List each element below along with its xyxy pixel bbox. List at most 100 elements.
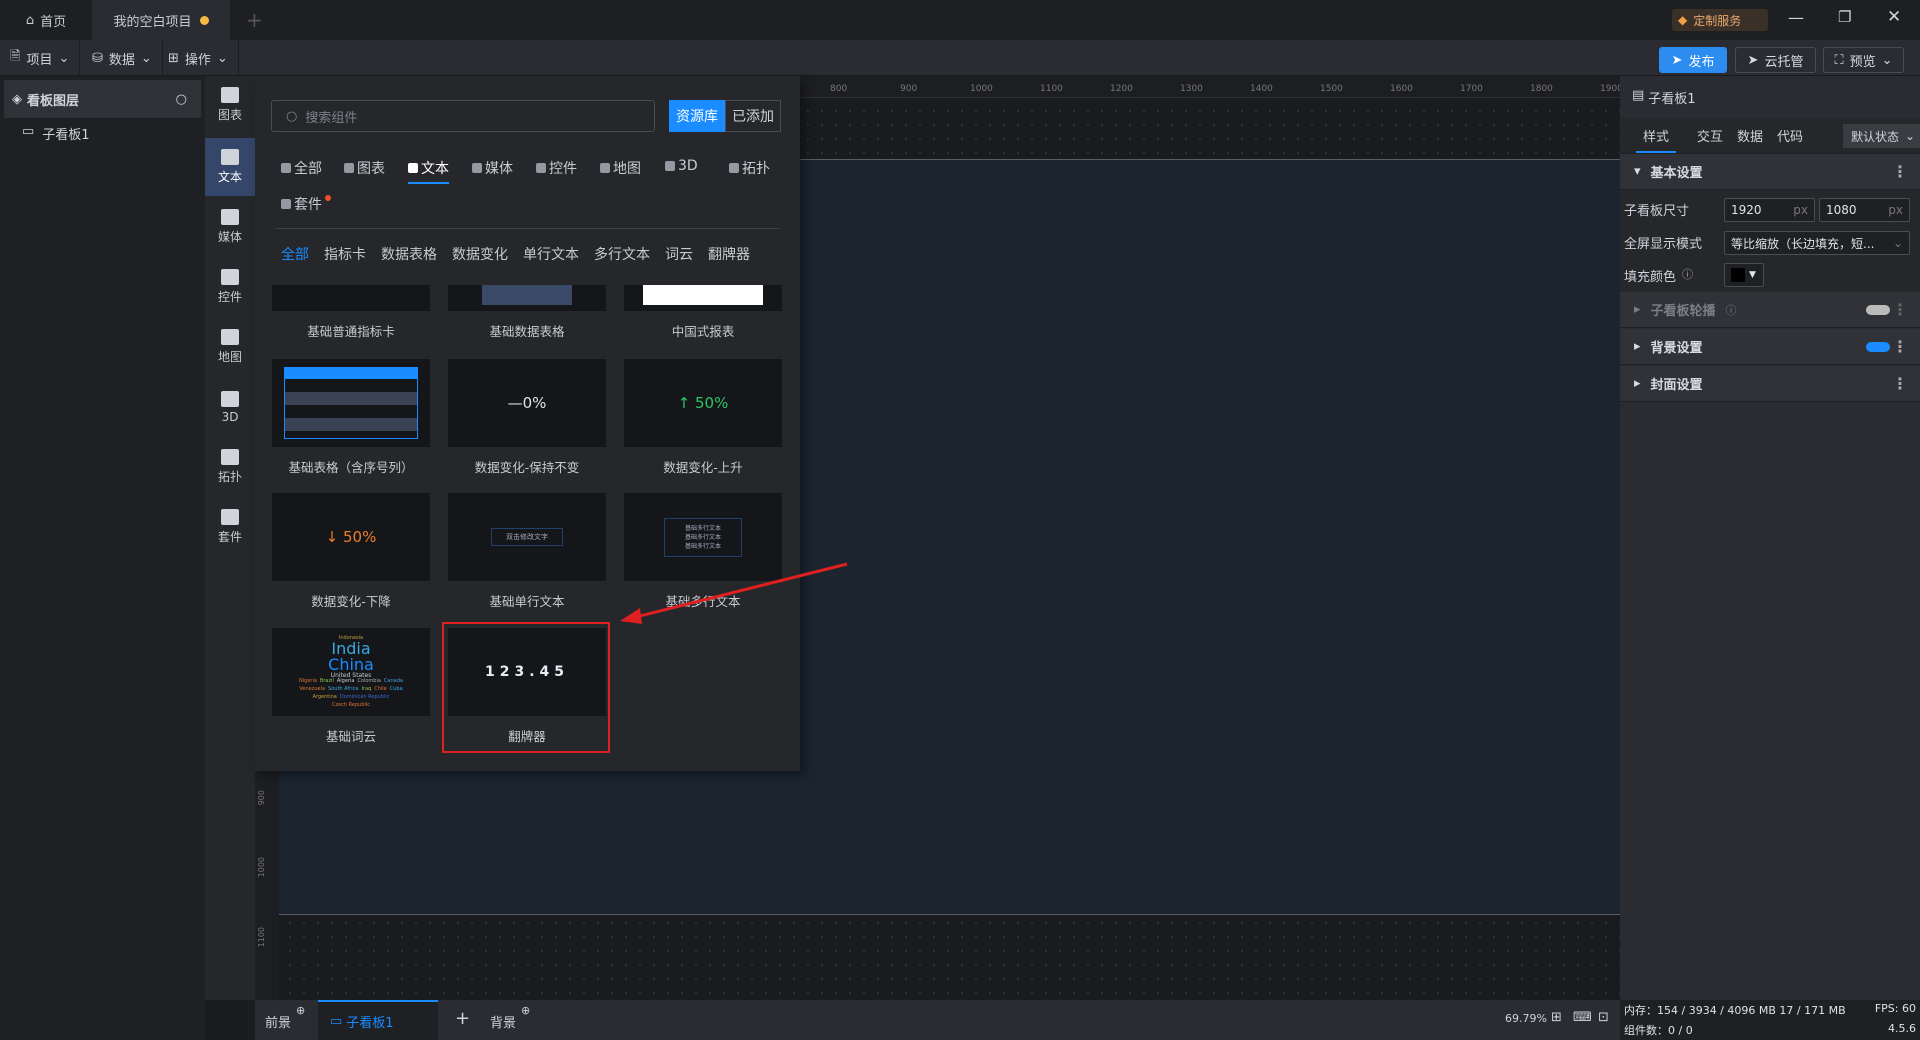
category-text[interactable]: 文本 <box>408 158 449 184</box>
card-change-down[interactable]: ↓ 50% <box>272 493 430 581</box>
iconbar-control[interactable]: 控件 <box>205 258 255 316</box>
more-icon[interactable]: ⋮ <box>1892 337 1908 356</box>
section-cover[interactable]: ▸ 封面设置 ⋮ <box>1620 366 1920 402</box>
carousel-toggle[interactable] <box>1866 304 1890 315</box>
restore-button[interactable]: ❐ <box>1838 8 1851 26</box>
publish-button[interactable]: ➤ 发布 <box>1659 47 1727 73</box>
iconbar-media[interactable]: 媒体 <box>205 198 255 256</box>
card-change-up[interactable]: ↑ 50% <box>624 359 782 447</box>
category-topology[interactable]: 拓扑 <box>729 158 770 178</box>
iconbar-chart[interactable]: 图表 <box>205 76 255 134</box>
cloud-word: Algeria <box>336 678 355 684</box>
iconbar-kit[interactable]: 套件 <box>205 498 255 556</box>
board-icon: ▭ <box>330 1013 343 1029</box>
tab-code[interactable]: 代码 <box>1777 126 1803 145</box>
custom-service-button[interactable]: ◆ 定制服务 <box>1672 9 1768 31</box>
keyboard-icon[interactable]: ⌨ <box>1573 1010 1592 1025</box>
card-single-text[interactable]: 双击修改文字 <box>448 493 606 581</box>
category-label: 媒体 <box>485 161 513 177</box>
ruler-tick-label: 1300 <box>1180 84 1203 94</box>
library-tab[interactable]: 资源库 <box>669 100 725 132</box>
iconbar-map[interactable]: 地图 <box>205 318 255 376</box>
width-input[interactable]: 1920 px <box>1724 198 1815 222</box>
category-chart[interactable]: 图表 <box>344 158 385 178</box>
minimize-button[interactable]: — <box>1788 8 1804 27</box>
card-label: 基础普通指标卡 <box>307 324 395 339</box>
menu-project[interactable]: 🗎 项目 ⌄ <box>0 40 81 76</box>
iconbar-topology[interactable]: 拓扑 <box>205 438 255 496</box>
fit-icon[interactable]: ⊞ <box>1551 1010 1562 1025</box>
search-icon[interactable]: ○ <box>176 92 187 107</box>
terminal-icon[interactable]: ⊡ <box>1598 1010 1609 1025</box>
iconbar-label: 控件 <box>217 290 242 304</box>
tab-board[interactable]: ▭ 子看板1 <box>318 1000 438 1040</box>
tab-foreground[interactable]: 前景 <box>265 1012 291 1031</box>
state-dropdown[interactable]: 默认状态 ⌄ <box>1843 124 1920 148</box>
category-media[interactable]: 媒体 <box>472 158 513 178</box>
category-control[interactable]: 控件 <box>536 158 577 178</box>
more-icon[interactable]: ⋮ <box>1892 300 1908 319</box>
subtab-table[interactable]: 数据表格 <box>381 244 437 264</box>
section-carousel[interactable]: ▸ 子看板轮播 ⓘ ⋮ <box>1620 292 1920 328</box>
database-icon: ⛁ <box>92 50 103 66</box>
fill-color-picker[interactable]: ▼ <box>1724 263 1764 287</box>
cloud-word: Chile <box>374 686 387 692</box>
card-table-index[interactable] <box>272 359 430 447</box>
card-wordcloud[interactable]: Indonesia India China United States Nige… <box>272 628 430 716</box>
fill-label: 填充颜色 <box>1624 270 1677 285</box>
layer-item[interactable]: ▭ 子看板1 <box>22 124 90 143</box>
more-icon[interactable]: ⋮ <box>1892 374 1908 393</box>
new-tab-button[interactable]: + <box>246 8 263 32</box>
card-basic-table[interactable] <box>448 285 606 311</box>
tab-label: 子看板1 <box>346 1015 394 1031</box>
help-icon[interactable]: ⓘ <box>1726 302 1737 318</box>
subtab-change[interactable]: 数据变化 <box>452 244 508 264</box>
added-tab[interactable]: 已添加 <box>725 100 781 132</box>
menu-operate[interactable]: ⊞ 操作 ⌄ <box>158 40 239 76</box>
subtab-all[interactable]: 全部 <box>281 244 309 264</box>
subtab-wordcloud[interactable]: 词云 <box>665 244 693 264</box>
category-all[interactable]: 全部 <box>281 158 322 178</box>
menu-data[interactable]: ⛁ 数据 ⌄ <box>82 40 163 76</box>
more-icon[interactable]: ⋮ <box>1892 162 1908 181</box>
subtab-flipper[interactable]: 翻牌器 <box>708 244 750 264</box>
add-icon[interactable]: ⊕ <box>521 1004 530 1017</box>
category-map[interactable]: 地图 <box>600 158 641 178</box>
preview-button[interactable]: ⛶ 预览 ⌄ <box>1823 47 1904 73</box>
zoom-level[interactable]: 69.79% <box>1505 1012 1547 1025</box>
background-toggle[interactable] <box>1866 341 1890 352</box>
tab-interaction[interactable]: 交互 <box>1697 126 1723 145</box>
chevron-down-icon: ⌄ <box>1892 236 1903 250</box>
tab-style[interactable]: 样式 <box>1636 126 1676 153</box>
cloud-word: Iraq <box>361 686 372 692</box>
tab-project[interactable]: 我的空白项目 <box>92 0 230 40</box>
section-background[interactable]: ▸ 背景设置 ⋮ <box>1620 329 1920 365</box>
add-icon[interactable]: ⊕ <box>296 1004 305 1017</box>
color-swatch <box>1731 268 1745 282</box>
tab-home[interactable]: ⌂ 首页 <box>0 0 92 40</box>
layers-panel: ◈ 看板图层 ○ ▭ 子看板1 <box>0 76 205 1040</box>
iconbar-3d[interactable]: 3D <box>205 378 255 436</box>
subtab-multi-line[interactable]: 多行文本 <box>594 244 650 264</box>
tab-data[interactable]: 数据 <box>1737 126 1763 145</box>
section-basic[interactable]: ▾ 基本设置 ⋮ <box>1620 154 1920 190</box>
card-chinese-report[interactable] <box>624 285 782 311</box>
iconbar-text[interactable]: 文本 <box>205 138 255 196</box>
add-board-button[interactable]: + <box>455 1008 470 1029</box>
board-icon: ▤ <box>1632 88 1645 103</box>
category-kit[interactable]: 套件 <box>281 194 331 214</box>
card-basic-indicator[interactable] <box>272 285 430 311</box>
subtab-indicator[interactable]: 指标卡 <box>324 244 366 264</box>
tab-background[interactable]: 背景 <box>490 1012 516 1031</box>
category-3d[interactable]: 3D <box>665 158 698 174</box>
search-input[interactable]: ○ 搜索组件 <box>271 100 655 132</box>
help-icon[interactable]: ⓘ <box>1682 266 1693 282</box>
close-button[interactable]: ✕ <box>1887 7 1901 27</box>
section-title: 封面设置 <box>1650 378 1703 393</box>
height-input[interactable]: 1080 px <box>1819 198 1910 222</box>
cloud-host-button[interactable]: ➤ 云托管 <box>1735 47 1816 73</box>
subtab-single-line[interactable]: 单行文本 <box>523 244 579 264</box>
card-change-flat[interactable]: —0% <box>448 359 606 447</box>
caret-right-icon: ▸ <box>1634 339 1641 354</box>
mode-select[interactable]: 等比缩放（长边填充，短... ⌄ <box>1724 231 1910 255</box>
